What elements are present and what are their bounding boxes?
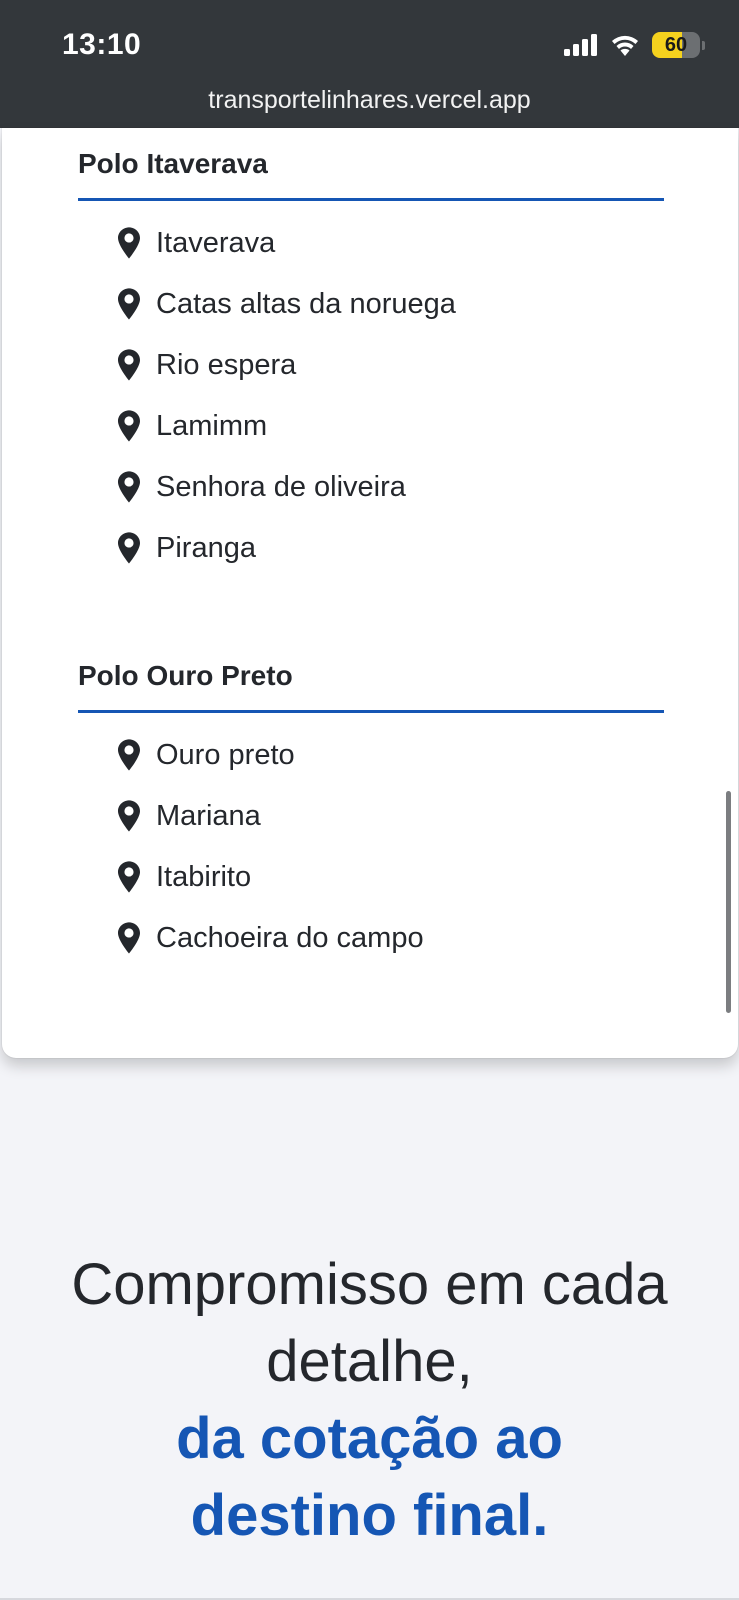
list-item: Rio espera <box>118 347 664 408</box>
polo-divider <box>78 198 664 201</box>
list-item: Cachoeira do campo <box>118 920 664 981</box>
status-time: 13:10 <box>62 28 142 61</box>
status-icons: 60 <box>564 32 705 58</box>
polo-section-itaverava: Polo Itaverava Itaverava Catas altas da … <box>78 146 664 591</box>
list-item: Lamimm <box>118 408 664 469</box>
map-pin-icon <box>118 922 140 954</box>
city-label: Ouro preto <box>156 739 295 771</box>
battery-level: 60 <box>652 32 700 58</box>
city-label: Piranga <box>156 532 256 564</box>
city-label: Rio espera <box>156 349 297 381</box>
map-pin-icon <box>118 861 140 893</box>
map-pin-icon <box>118 739 140 771</box>
status-bar: 13:10 60 transportelinhares.vercel.app <box>0 0 739 128</box>
city-label: Catas altas da noruega <box>156 288 456 320</box>
map-pin-icon <box>118 532 140 564</box>
map-pin-icon <box>118 410 140 442</box>
list-item: Itabirito <box>118 859 664 920</box>
section-headline: Compromisso em cada detalhe, da cotação … <box>0 1246 739 1554</box>
list-item: Itaverava <box>118 225 664 286</box>
city-label: Lamimm <box>156 410 268 442</box>
city-list: Ouro preto Mariana Itabirito Cachoeira d… <box>118 737 664 981</box>
headline-line-2: detalhe, <box>266 1329 473 1394</box>
polo-divider <box>78 710 664 713</box>
headline-line-4: destino final. <box>190 1483 549 1548</box>
wifi-icon <box>612 35 638 56</box>
scrollbar-thumb[interactable] <box>726 791 731 1013</box>
battery-icon: 60 <box>652 32 705 58</box>
city-label: Itaverava <box>156 227 276 259</box>
city-list: Itaverava Catas altas da noruega Rio esp… <box>118 225 664 591</box>
list-item: Catas altas da noruega <box>118 286 664 347</box>
list-item: Ouro preto <box>118 737 664 798</box>
headline-line-1: Compromisso em cada <box>71 1252 668 1317</box>
city-label: Itabirito <box>156 861 252 893</box>
signal-icon <box>564 34 597 56</box>
url-bar[interactable]: transportelinhares.vercel.app <box>0 86 739 115</box>
map-pin-icon <box>118 800 140 832</box>
map-pin-icon <box>118 288 140 320</box>
polo-title: Polo Itaverava <box>78 148 268 179</box>
map-pin-icon <box>118 349 140 381</box>
polos-card: Polo Itaverava Itaverava Catas altas da … <box>2 128 738 1058</box>
headline-line-3: da cotação ao <box>176 1406 563 1471</box>
city-label: Cachoeira do campo <box>156 922 424 954</box>
map-pin-icon <box>118 227 140 259</box>
list-item: Mariana <box>118 798 664 859</box>
polo-title: Polo Ouro Preto <box>78 660 293 691</box>
map-pin-icon <box>118 471 140 503</box>
city-label: Mariana <box>156 800 261 832</box>
city-label: Senhora de oliveira <box>156 471 406 503</box>
list-item: Senhora de oliveira <box>118 469 664 530</box>
list-item: Piranga <box>118 530 664 591</box>
polo-section-ouro-preto: Polo Ouro Preto Ouro preto Mariana Itabi… <box>78 658 664 981</box>
